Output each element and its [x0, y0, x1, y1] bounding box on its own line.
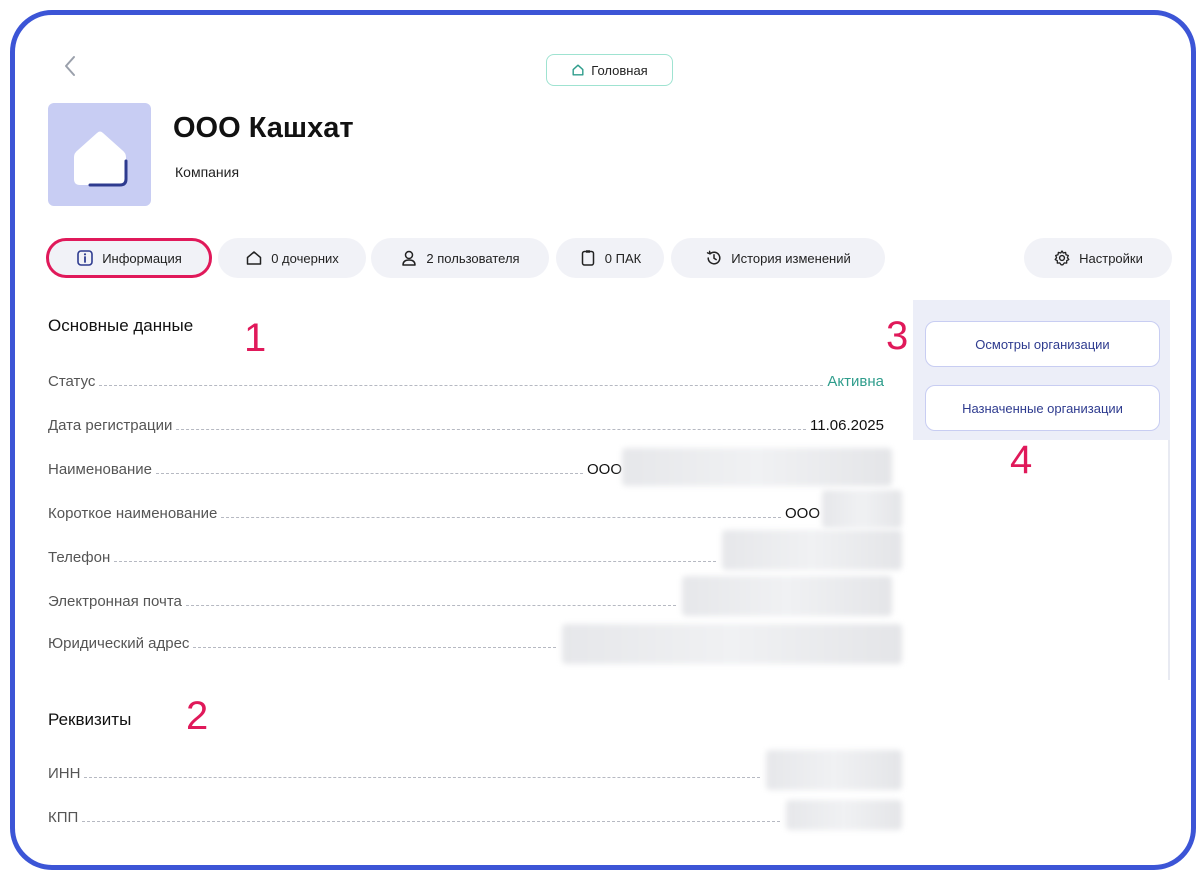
- field-value: ООО: [784, 505, 820, 522]
- redacted-value: [622, 448, 892, 486]
- field-label: Юридический адрес: [48, 635, 190, 652]
- back-button[interactable]: [58, 52, 82, 80]
- history-icon: [707, 250, 721, 265]
- page-title: ООО Кашхат: [173, 112, 354, 144]
- annotation-2: 2: [186, 694, 209, 738]
- section-title-main: Основные данные: [48, 316, 194, 335]
- side-panel-edge: [1168, 440, 1170, 680]
- field-row-name: Наименование ООО: [48, 456, 622, 478]
- leader-dots: [185, 605, 676, 606]
- redacted-value: [822, 490, 902, 528]
- tab-label: 2 пользователя: [426, 250, 520, 266]
- redacted-value: [722, 530, 902, 570]
- redacted-value: [682, 576, 892, 616]
- leader-dots: [176, 429, 807, 430]
- redacted-value: [786, 800, 902, 830]
- info-icon: [77, 250, 94, 266]
- field-label: Телефон: [48, 549, 111, 566]
- field-row-short-name: Короткое наименование ООО: [48, 500, 820, 522]
- annotation-3: 3: [886, 314, 909, 358]
- assigned-orgs-button[interactable]: Назначенные организации: [925, 385, 1160, 431]
- field-label: ИНН: [48, 765, 81, 782]
- house-icon: [74, 131, 128, 187]
- tab-pak[interactable]: 0 ПАК: [556, 238, 664, 278]
- field-label: Дата регистрации: [48, 417, 173, 434]
- field-row-phone: Телефон: [48, 544, 720, 566]
- field-row-inn: ИНН: [48, 760, 764, 782]
- section-title-requisites: Реквизиты: [48, 710, 132, 729]
- tab-label: Настройки: [1079, 250, 1143, 266]
- field-value: ООО: [586, 461, 622, 478]
- field-row-legal-address: Юридический адрес: [48, 630, 560, 652]
- leader-dots: [155, 473, 583, 474]
- breadcrumb[interactable]: Головная: [546, 54, 673, 86]
- field-row-registration-date: Дата регистрации 11.06.2025: [48, 412, 884, 434]
- status-value: Активна: [827, 373, 884, 390]
- company-logo: [48, 103, 151, 206]
- tab-information[interactable]: Информация: [46, 238, 212, 278]
- chevron-left-icon: [65, 56, 75, 76]
- leader-dots: [221, 517, 781, 518]
- user-icon: [402, 250, 417, 266]
- field-label: Статус: [48, 373, 96, 390]
- tab-history[interactable]: История изменений: [671, 238, 885, 278]
- field-row-kpp: КПП: [48, 804, 784, 826]
- tab-label: 0 дочерних: [271, 250, 339, 266]
- leader-dots: [193, 647, 556, 648]
- field-row-email: Электронная почта: [48, 588, 680, 610]
- annotation-4: 4: [1010, 438, 1033, 482]
- field-row-status: Статус Активна: [48, 368, 884, 390]
- tab-label: 0 ПАК: [604, 250, 642, 266]
- field-label: Электронная почта: [48, 593, 182, 610]
- field-value: 11.06.2025: [810, 417, 884, 434]
- home-icon: [246, 251, 262, 265]
- tab-users[interactable]: 2 пользователя: [371, 238, 549, 278]
- leader-dots: [84, 777, 760, 778]
- field-label: Наименование: [48, 461, 152, 478]
- tab-children[interactable]: 0 дочерних: [218, 238, 366, 278]
- field-label: КПП: [48, 809, 79, 826]
- page-subtitle: Компания: [175, 164, 240, 180]
- tab-settings[interactable]: Настройки: [1024, 238, 1172, 278]
- leader-dots: [114, 561, 716, 562]
- breadcrumb-label: Головная: [591, 62, 648, 78]
- redacted-value: [562, 624, 902, 664]
- tab-label: Информация: [102, 250, 182, 266]
- field-label: Короткое наименование: [48, 505, 218, 522]
- leader-dots: [99, 385, 824, 386]
- leader-dots: [82, 821, 780, 822]
- redacted-value: [766, 750, 902, 790]
- annotation-1: 1: [244, 316, 267, 360]
- home-icon: [572, 64, 584, 76]
- gear-icon: [1054, 250, 1070, 266]
- clipboard-icon: [581, 250, 595, 266]
- tab-label: История изменений: [731, 250, 851, 266]
- org-inspections-button[interactable]: Осмотры организации: [925, 321, 1160, 367]
